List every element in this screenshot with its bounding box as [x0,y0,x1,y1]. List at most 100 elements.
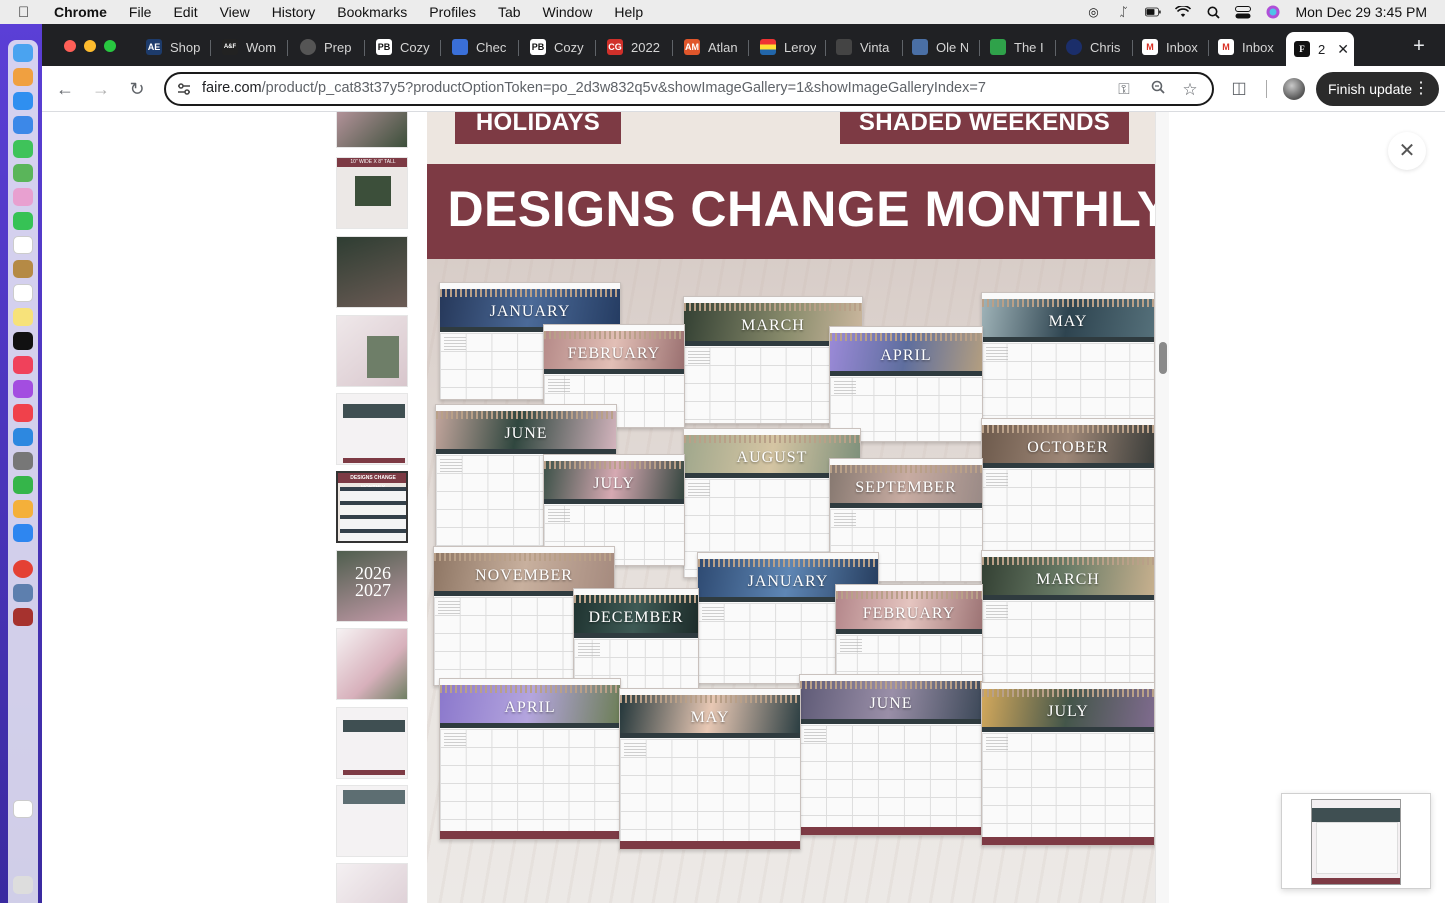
back-arrow-icon[interactable]: ← [52,76,78,102]
tab-chris[interactable]: Chris [1066,34,1122,60]
gallery-thumbnail-selected[interactable]: DESIGNS CHANGE MONTHLY [336,471,408,543]
pages-icon[interactable] [13,500,33,518]
gallery-thumbnail[interactable] [336,112,408,148]
apple-icon[interactable]:  [18,4,40,21]
menu-file[interactable]: File [129,4,152,20]
gallery-thumbnail[interactable] [336,393,408,465]
preview-icon[interactable] [13,584,33,602]
siri-icon[interactable] [1265,5,1281,19]
messages-icon[interactable] [13,140,33,158]
notes-brown-icon[interactable] [13,260,33,278]
bluetooth-icon[interactable]: ᛢ [1115,5,1131,19]
gallery-thumbnail[interactable] [336,628,408,700]
gallery-scroll-thumb[interactable] [1159,342,1167,374]
tab-separator [825,40,826,56]
gallery-thumbnail[interactable] [336,236,408,308]
wifi-icon[interactable] [1175,5,1192,19]
system-settings-icon[interactable] [13,452,33,470]
address-bar[interactable]: faire.com/product/p_cat83t37y5?productOp… [164,72,1214,106]
news-icon[interactable] [13,404,33,422]
menu-app-name[interactable]: Chrome [54,4,107,20]
trash-icon[interactable] [13,876,33,894]
podcasts-icon[interactable] [13,380,33,398]
downloads-stack-icon[interactable] [13,800,33,818]
tab-womens[interactable]: A&F Wom [222,34,278,60]
password-key-icon[interactable]: ⚿ [1114,80,1134,100]
notes-icon[interactable] [13,308,33,326]
menu-bookmarks[interactable]: Bookmarks [337,4,407,20]
finder-icon[interactable] [13,44,33,62]
menu-history[interactable]: History [272,4,316,20]
close-gallery-button[interactable]: ✕ [1388,132,1426,170]
calendar-month: APRIL [504,699,556,716]
gallery-thumbnail[interactable] [336,315,408,387]
window-close-button[interactable] [64,40,76,52]
chrome-icon[interactable] [13,560,33,578]
reminders-icon[interactable] [13,284,33,302]
calendar-april: APRIL [829,326,983,442]
forward-arrow-icon[interactable]: → [88,76,114,102]
reload-icon[interactable]: ↻ [124,76,150,102]
zoom-preview [1281,793,1431,889]
gallery-thumbnail[interactable] [336,707,408,779]
tab-inbox-2[interactable]: M Inbox [1218,34,1274,60]
tab-active-faire[interactable]: F 2 ✕ [1286,32,1354,66]
tab-leroy[interactable]: Leroy [760,34,816,60]
launchpad-icon[interactable] [13,68,33,86]
calendar-icon[interactable] [13,236,33,254]
spotlight-search-icon[interactable] [1205,5,1221,19]
tab-close-icon[interactable]: ✕ [1337,41,1349,58]
mail-icon[interactable] [13,116,33,134]
gallery-scrollbar[interactable] [1155,112,1169,903]
app-store-icon[interactable] [13,524,33,542]
gallery-thumbnail[interactable] [336,863,408,903]
menu-tab[interactable]: Tab [498,4,521,20]
kebab-menu-icon[interactable]: ⋮ [1413,78,1429,98]
airdrop-icon[interactable]: ◎ [1085,5,1101,19]
menu-edit[interactable]: Edit [173,4,197,20]
photos-icon[interactable] [13,188,33,206]
site-info-icon[interactable] [176,81,192,97]
tab-shop[interactable]: AE Shop [146,34,202,60]
music-icon[interactable] [13,356,33,374]
window-minimize-button[interactable] [84,40,96,52]
profile-avatar[interactable] [1283,78,1305,100]
keynote-icon[interactable] [13,428,33,446]
tab-prep[interactable]: Prep [300,34,356,60]
gallery-thumbnail[interactable]: 2026 2027 [336,550,408,622]
gallery-thumbnail[interactable] [336,785,408,857]
finish-update-button[interactable]: Finish update ⋮ [1316,72,1439,106]
tab-separator [1208,40,1209,56]
menubar-clock[interactable]: Mon Dec 29 3:45 PM [1295,4,1427,20]
control-center-icon[interactable] [1235,5,1252,19]
window-zoom-button[interactable] [104,40,116,52]
gallery-thumbnail[interactable]: 10" WIDE X 8" TALL [336,157,408,229]
menu-help[interactable]: Help [614,4,643,20]
tab-label: Chris [1090,39,1121,55]
maps-icon[interactable] [13,164,33,182]
tab-vintage[interactable]: Vinta [836,34,892,60]
tab-search-icon[interactable]: ◫ [1228,78,1250,100]
zoom-icon[interactable] [1148,80,1168,100]
dictionary-icon[interactable] [13,608,33,626]
apple-tv-icon[interactable] [13,332,33,350]
url-text[interactable]: faire.com/product/p_cat83t37y5?productOp… [202,80,986,96]
bookmark-star-icon[interactable]: ☆ [1180,80,1200,100]
banner-title: DESIGNS CHANGE MONTHLY [447,181,1155,237]
tab-2022[interactable]: CG 2022 [607,34,663,60]
new-tab-button[interactable]: + [1408,36,1430,58]
tab-cozy-2[interactable]: PB Cozy [530,34,586,60]
safari-icon[interactable] [13,92,33,110]
battery-icon[interactable] [1145,5,1162,19]
tab-check[interactable]: Chec [452,34,508,60]
tab-the[interactable]: The I [990,34,1046,60]
facetime-icon[interactable] [13,212,33,230]
tab-ole[interactable]: Ole N [912,34,968,60]
menu-view[interactable]: View [220,4,250,20]
menu-profiles[interactable]: Profiles [429,4,476,20]
menu-window[interactable]: Window [543,4,593,20]
tab-inbox-1[interactable]: M Inbox [1142,34,1198,60]
tab-cozy-1[interactable]: PB Cozy [376,34,432,60]
tab-atlantic[interactable]: AM Atlan [684,34,740,60]
numbers-icon[interactable] [13,476,33,494]
